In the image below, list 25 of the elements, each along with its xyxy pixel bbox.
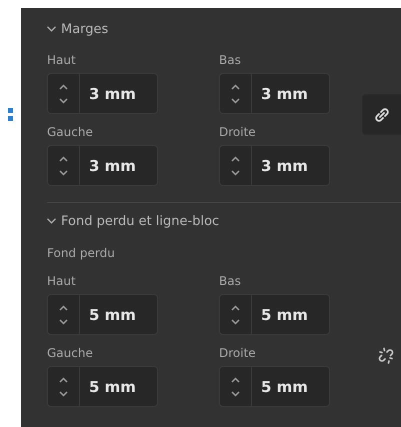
- section-header[interactable]: Fond perdu et ligne-bloc: [47, 212, 401, 230]
- chevron-icon: [47, 218, 56, 224]
- number-field[interactable]: 3 mm: [47, 73, 158, 114]
- number-field[interactable]: 3 mm: [219, 73, 330, 114]
- number-field[interactable]: 5 mm: [219, 366, 330, 407]
- broken-link-icon[interactable]: [378, 346, 394, 364]
- number-field[interactable]: 5 mm: [47, 294, 158, 335]
- link-button[interactable]: [362, 94, 401, 135]
- field-label: Droite: [219, 124, 257, 141]
- field-label: Gauche: [47, 345, 94, 362]
- field-label: Haut: [47, 273, 77, 290]
- number-field[interactable]: 5 mm: [47, 366, 158, 407]
- subsection-label: Fond perdu: [47, 245, 116, 262]
- field-label: Haut: [47, 52, 77, 69]
- field-label: Droite: [219, 345, 257, 362]
- number-field[interactable]: 5 mm: [219, 294, 330, 335]
- number-field[interactable]: 3 mm: [47, 145, 158, 186]
- number-field[interactable]: 3 mm: [219, 145, 330, 186]
- field-label: Bas: [219, 52, 242, 69]
- chevron-icon: [47, 26, 56, 32]
- field-label: Bas: [219, 273, 242, 290]
- section-header[interactable]: Marges: [47, 20, 401, 38]
- drag-handle-icon[interactable]: [8, 108, 13, 122]
- field-label: Gauche: [47, 124, 94, 141]
- link-icon: [373, 106, 391, 124]
